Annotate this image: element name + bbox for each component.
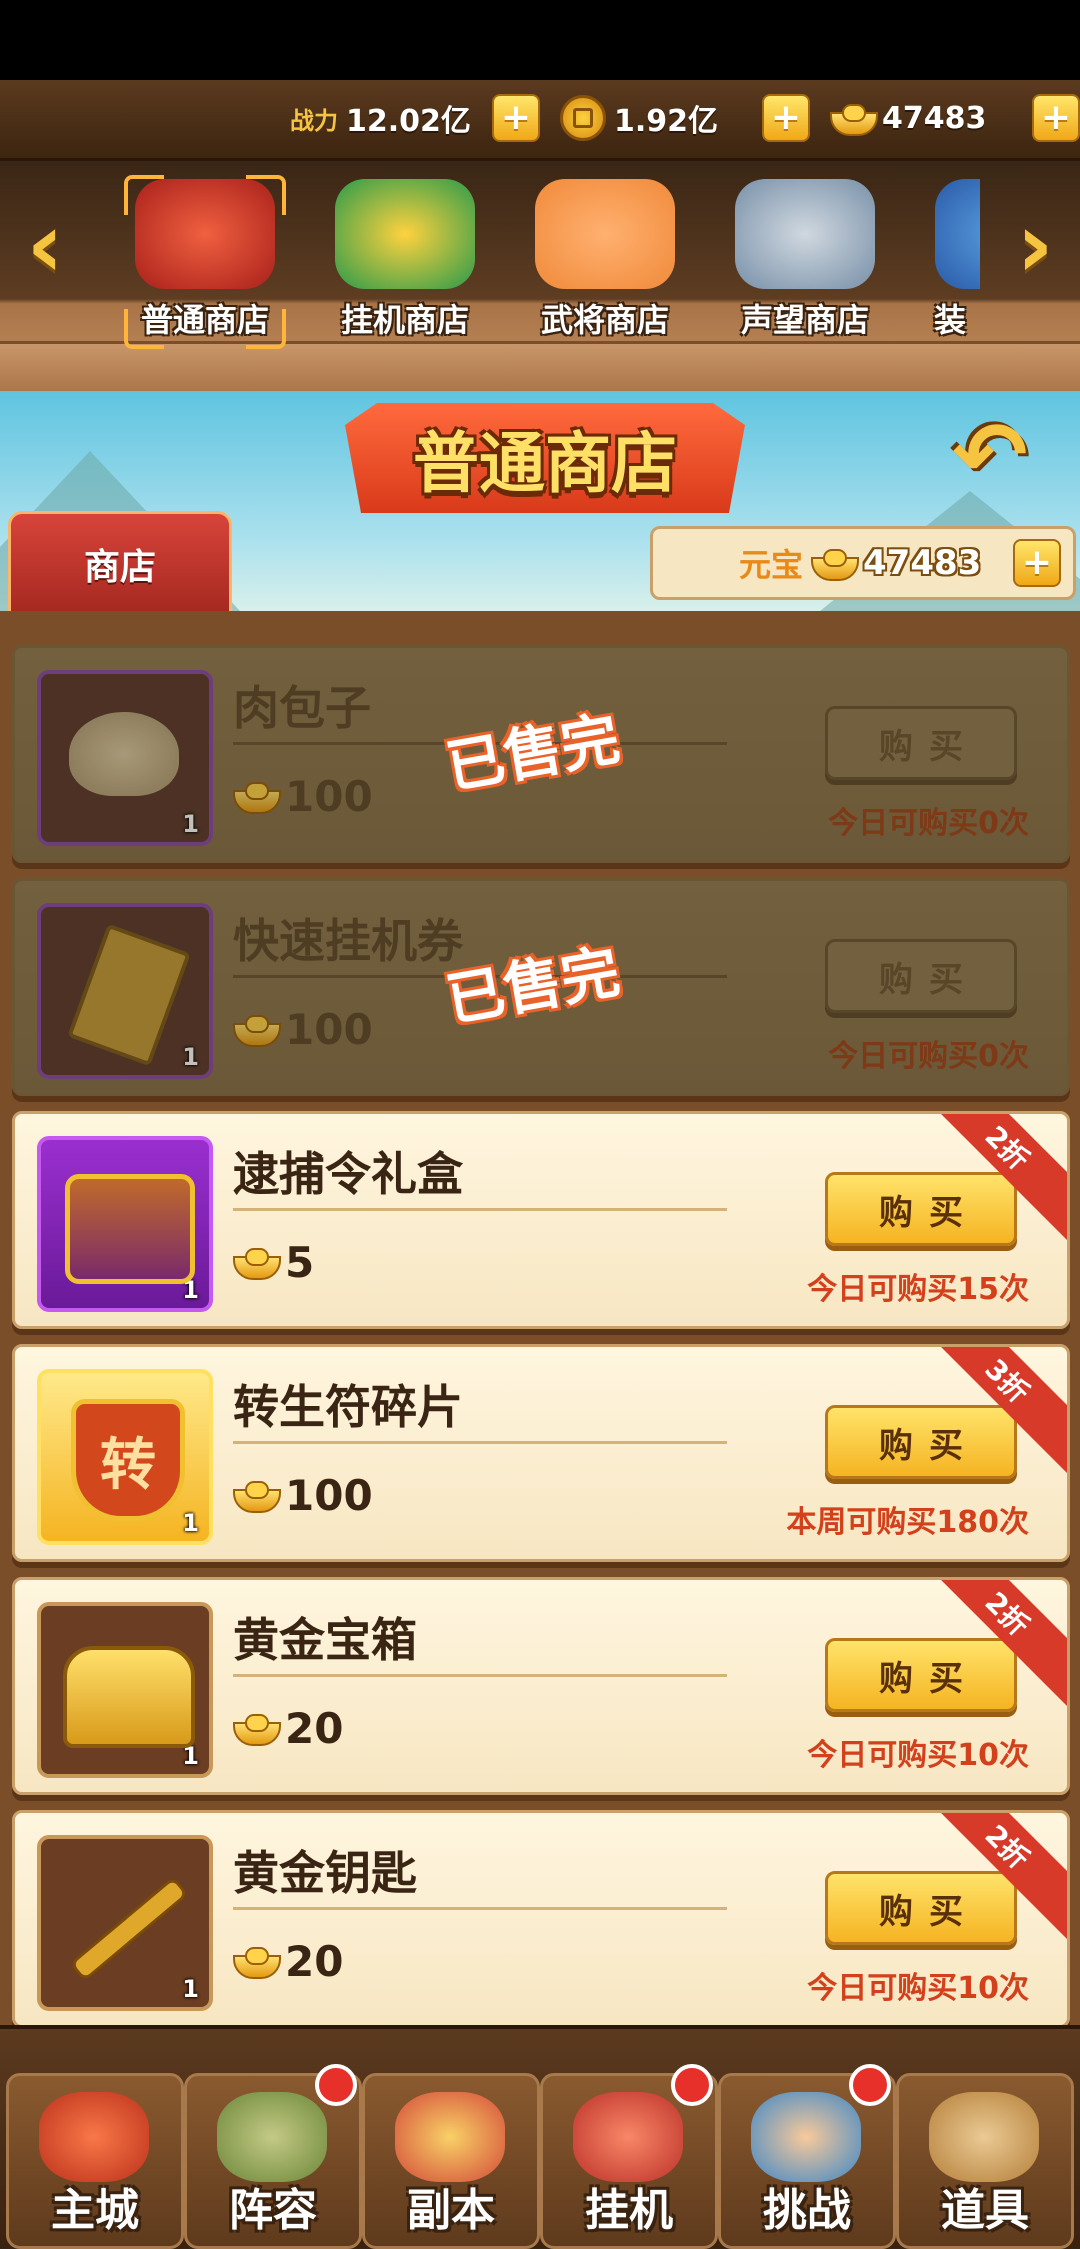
equipment-icon	[935, 179, 980, 289]
treasure-chest-icon	[135, 179, 275, 289]
power-display: 战力 12.02亿	[290, 92, 471, 144]
currency-plus-button[interactable]: +	[1013, 539, 1061, 587]
shop-tag: 商店	[8, 511, 232, 611]
challenge-icon	[751, 2092, 861, 2182]
power-value: 12.02亿	[346, 104, 471, 139]
scroll-right-arrow-icon[interactable]: ›	[1000, 201, 1070, 291]
gold-key-icon: 1	[37, 1835, 213, 2011]
currency-value: 47483	[863, 543, 982, 583]
resource-bar: 战力 12.02亿 + 1.92亿 + 47483 +	[0, 80, 1080, 161]
shop-item-meat-bun: 1 肉包子 100 购买 今日可购买0次 已售完	[12, 645, 1070, 863]
purchase-limit: 本周可购买180次	[786, 1505, 1029, 1540]
item-name: 黄金宝箱	[233, 1613, 417, 1667]
coin-icon	[560, 95, 606, 141]
dungeon-icon	[395, 2092, 505, 2182]
coins-plus-button[interactable]: +	[762, 94, 810, 142]
shop-item-gold-chest: 1 黄金宝箱 20 购买 今日可购买10次 2折	[12, 1577, 1070, 1795]
currency-balance: 元宝 47483 +	[650, 526, 1076, 600]
gold-ingot-icon	[233, 1481, 281, 1513]
shop-banner: 普通商店 ↶ 商店 元宝 47483 +	[0, 391, 1080, 611]
general-avatar-icon	[535, 179, 675, 289]
buy-button[interactable]: 购买	[825, 1405, 1017, 1479]
ingots-value: 47483	[882, 100, 987, 136]
coins-value: 1.92亿	[614, 104, 719, 139]
coins-display: 1.92亿	[560, 92, 718, 144]
idle-bag-icon	[573, 2092, 683, 2182]
coin-jade-icon	[335, 179, 475, 289]
bottom-nav: 主城 阵容 副本 挂机 挑战 道具	[0, 2025, 1080, 2249]
armor-icon	[735, 179, 875, 289]
item-price: 100	[233, 1465, 373, 1525]
gold-ingot-icon	[811, 549, 860, 581]
power-label: 战力	[290, 106, 338, 135]
shop-item-gold-key: 1 黄金钥匙 20 购买 今日可购买10次 2折	[12, 1810, 1070, 2028]
gold-ingot-icon	[233, 1714, 281, 1746]
shop-tab-strip: ‹ 普通商店 挂机商店 武将商店 声望商店 装 ›	[0, 161, 1080, 394]
purchase-limit: 今日可购买15次	[807, 1272, 1029, 1307]
gold-ingot-icon	[233, 1248, 281, 1280]
tab-normal-shop[interactable]: 普通商店	[110, 169, 300, 349]
city-gate-icon	[39, 2092, 149, 2182]
nav-challenge[interactable]: 挑战	[718, 2064, 896, 2249]
item-name: 逮捕令礼盒	[233, 1147, 463, 1201]
shop-item-arrest-warrant-box: 1 逮捕令礼盒 5 购买 今日可购买15次 2折	[12, 1111, 1070, 1329]
gold-ingot-icon	[830, 104, 878, 136]
notification-badge	[671, 2064, 713, 2106]
tab-general-shop[interactable]: 武将商店	[510, 169, 700, 349]
nav-dungeon[interactable]: 副本	[362, 2073, 540, 2249]
nav-items[interactable]: 道具	[896, 2073, 1074, 2249]
gold-ingot-icon	[233, 1947, 281, 1979]
shop-item-quick-idle-ticket: 1 快速挂机券 100 购买 今日可购买0次 已售完	[12, 878, 1070, 1096]
item-price: 20	[233, 1698, 343, 1758]
buy-button[interactable]: 购买	[825, 1172, 1017, 1246]
tab-equipment-shop[interactable]: 装	[910, 169, 980, 349]
item-price: 5	[233, 1232, 314, 1292]
item-name: 转生符碎片	[233, 1380, 463, 1434]
item-list: 1 肉包子 100 购买 今日可购买0次 已售完 1 快速挂机券 100 购买 …	[0, 611, 1080, 2028]
page-title: 普通商店	[345, 403, 745, 513]
power-plus-button[interactable]: +	[492, 94, 540, 142]
ingots-display: 47483	[830, 92, 986, 144]
items-bag-icon	[929, 2092, 1039, 2182]
currency-label: 元宝	[739, 546, 804, 584]
gift-box-icon: 1	[37, 1136, 213, 1312]
tab-idle-shop[interactable]: 挂机商店	[310, 169, 500, 349]
nav-main-city[interactable]: 主城	[6, 2073, 184, 2249]
gold-chest-icon: 1	[37, 1602, 213, 1778]
ingots-plus-button[interactable]: +	[1032, 94, 1080, 142]
nav-idle[interactable]: 挂机	[540, 2064, 718, 2249]
tab-prestige-shop[interactable]: 声望商店	[710, 169, 900, 349]
item-price: 20	[233, 1931, 343, 1991]
nav-lineup[interactable]: 阵容	[184, 2064, 362, 2249]
status-bar	[0, 0, 1080, 80]
notification-badge	[849, 2064, 891, 2106]
shop-item-rebirth-token-shard: 1 转生符碎片 100 购买 本周可购买180次 3折	[12, 1344, 1070, 1562]
purchase-limit: 今日可购买10次	[807, 1738, 1029, 1773]
notification-badge	[315, 2064, 357, 2106]
lineup-shield-icon	[217, 2092, 327, 2182]
buy-button[interactable]: 购买	[825, 1638, 1017, 1712]
scroll-left-arrow-icon[interactable]: ‹	[10, 201, 80, 291]
rebirth-token-icon: 1	[37, 1369, 213, 1545]
back-arrow-icon[interactable]: ↶	[940, 411, 1040, 501]
purchase-limit: 今日可购买10次	[807, 1971, 1029, 2006]
item-name: 黄金钥匙	[233, 1846, 417, 1900]
buy-button[interactable]: 购买	[825, 1871, 1017, 1945]
